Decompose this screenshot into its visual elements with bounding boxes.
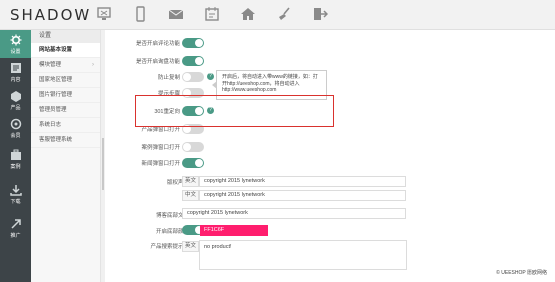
footer-color-input[interactable]: FF1C6F (200, 225, 268, 236)
extend-icon (10, 218, 21, 229)
comments-toggle[interactable] (182, 38, 204, 48)
logout-icon[interactable] (312, 6, 328, 22)
setting-row: 是否开启询盘功能 (106, 54, 546, 68)
submenu-item-site-basic[interactable]: 网站基本设置 (31, 43, 100, 58)
help-icon[interactable]: ? (207, 73, 214, 80)
submenu-title: 设置 (31, 30, 100, 43)
submenu-item-logs[interactable]: 系统日志 (31, 118, 100, 133)
case-popup-toggle[interactable] (182, 142, 204, 152)
member-icon (10, 118, 21, 129)
mobile-icon[interactable] (132, 6, 148, 22)
highlight-box (135, 95, 334, 127)
news-popup-toggle[interactable] (182, 158, 204, 168)
submenu-item-support[interactable]: 客服管理系统 (31, 133, 100, 148)
setting-label: 是否开启询盘功能 (135, 59, 180, 65)
download-icon (9, 184, 22, 196)
calendar-icon[interactable] (204, 6, 220, 22)
setting-label: 是否开启评论功能 (135, 41, 180, 47)
submenu-item-modules[interactable]: 模块管理 › (31, 58, 100, 73)
nav-case[interactable]: 案例 (0, 142, 31, 176)
lang-tag-en: 英文 (182, 241, 199, 252)
chevron-right-icon: › (92, 62, 94, 68)
monitor-icon[interactable] (96, 6, 112, 22)
setting-label: 新闻弹窗口打开 (141, 161, 180, 167)
lang-tag-zh: 中文 (182, 190, 199, 201)
lang-tag-en: 英文 (182, 176, 199, 187)
nav-settings[interactable]: 设置 (0, 30, 31, 58)
content-icon (10, 62, 21, 73)
submenu-item-regions[interactable]: 国家地区管理 (31, 73, 100, 88)
brand-logo: SHADOW (10, 6, 92, 24)
mail-icon[interactable] (168, 6, 184, 22)
submenu-item-admins[interactable]: 管理员管理 (31, 103, 100, 118)
gear-icon (10, 34, 21, 45)
copyright-en-input[interactable]: copyright 2015 lynetwork (199, 176, 406, 187)
nav-member[interactable]: 会员 (0, 114, 31, 142)
submenu-item-label: 模块管理 (39, 62, 62, 68)
top-bar: SHADOW (0, 0, 555, 30)
product-icon (10, 90, 21, 102)
scrollbar-thumb[interactable] (102, 138, 104, 190)
page-footer: © UEESHOP 愿欧网络 (496, 270, 547, 276)
copyright-zh-input[interactable]: copyright 2015 lynetwork (199, 190, 406, 201)
case-icon (10, 149, 21, 160)
nav-product[interactable]: 产品 (0, 86, 31, 114)
setting-row: 是否开启评论功能 (106, 36, 546, 50)
setting-label: 案例弹窗口打开 (141, 145, 180, 151)
copy-protect-toggle[interactable] (182, 72, 204, 82)
nav-extend[interactable]: 推广 (0, 212, 31, 244)
submenu-scrollbar[interactable] (101, 30, 105, 282)
settings-submenu: 设置 网站基本设置 模块管理 › 国家地区管理 图片银行管理 管理员管理 系统日志… (31, 30, 101, 282)
home-icon[interactable] (240, 6, 256, 22)
product-hint-textarea[interactable]: no product! (199, 240, 407, 270)
main-sidebar: 设置 内容 产品 会员 案例 下载 推广 (0, 30, 31, 282)
top-icon-bar (96, 6, 328, 22)
submenu-item-image-bank[interactable]: 图片银行管理 (31, 88, 100, 103)
setting-label: 防止复制 (157, 75, 180, 81)
setting-row: 新闻弹窗口打开 (106, 156, 546, 170)
broom-icon[interactable] (276, 6, 292, 22)
inquiry-toggle[interactable] (182, 56, 204, 66)
nav-content[interactable]: 内容 (0, 58, 31, 86)
nav-download[interactable]: 下载 (0, 178, 31, 210)
footer-text-input[interactable]: copyright 2015 lynetwork (182, 208, 406, 219)
setting-row: 案例弹窗口打开 (106, 140, 546, 154)
